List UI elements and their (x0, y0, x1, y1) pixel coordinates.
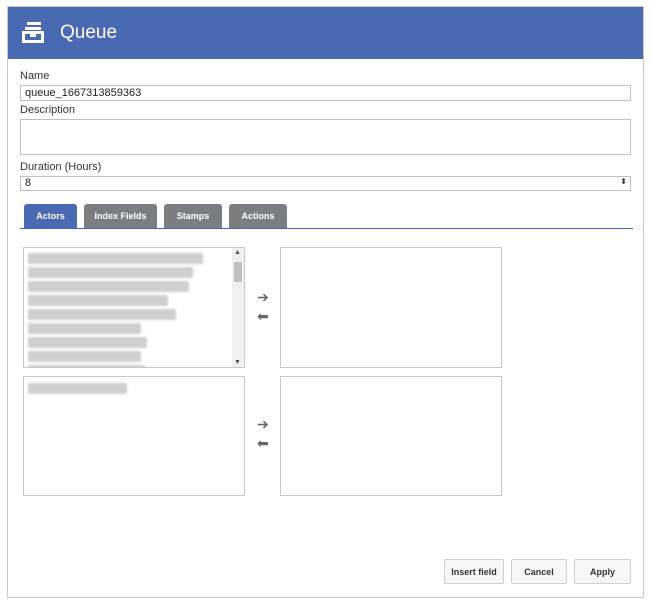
list-item[interactable] (28, 323, 142, 334)
selected-actors-list[interactable] (280, 247, 502, 368)
dialog-header: Queue (8, 7, 643, 59)
move-right-arrow-icon[interactable]: ➔ (257, 289, 269, 306)
tab-stamps[interactable]: Stamps (164, 204, 222, 228)
spinner-icon[interactable]: ⬍ (620, 177, 627, 186)
dialog-title: Queue (60, 22, 118, 43)
scroll-down-icon[interactable]: ▼ (234, 359, 241, 366)
list-item[interactable] (28, 351, 142, 362)
cancel-button[interactable]: Cancel (511, 559, 567, 584)
available-groups-list[interactable] (23, 376, 245, 496)
duration-value: 8 (25, 177, 32, 189)
scroll-thumb[interactable] (234, 262, 242, 282)
apply-button[interactable]: Apply (574, 559, 631, 584)
queue-dialog: Queue Name queue_1667313859363 Descripti… (7, 6, 644, 598)
list-item[interactable] (28, 267, 193, 278)
list-scrollbar[interactable]: ▲ ▼ (232, 248, 244, 367)
list-item[interactable] (28, 295, 169, 306)
move-right-arrow-icon[interactable]: ➔ (257, 416, 269, 433)
tab-index-fields[interactable]: Index Fields (84, 204, 157, 228)
tab-divider (20, 228, 633, 229)
available-actors-list[interactable]: ▲ ▼ (23, 247, 245, 368)
list-item[interactable] (28, 281, 189, 292)
selected-groups-list[interactable] (280, 376, 502, 496)
list-item[interactable] (28, 337, 148, 348)
name-label: Name (20, 70, 50, 82)
insert-field-button[interactable]: Insert field (444, 559, 504, 584)
name-input[interactable]: queue_1667313859363 (20, 85, 631, 101)
tab-actions[interactable]: Actions (229, 204, 287, 228)
inbox-tray-icon (22, 22, 44, 43)
tab-actors[interactable]: Actors (24, 204, 77, 228)
description-textarea[interactable] (20, 119, 631, 155)
list-item[interactable] (28, 309, 177, 320)
scroll-up-icon[interactable]: ▲ (234, 249, 241, 256)
duration-label: Duration (Hours) (20, 161, 102, 173)
list-item[interactable] (28, 253, 204, 264)
move-left-arrow-icon[interactable]: ⬅ (257, 435, 269, 452)
description-label: Description (20, 104, 76, 116)
list-item[interactable] (28, 365, 146, 367)
duration-number-input[interactable]: 8 ⬍ (20, 176, 631, 191)
move-left-arrow-icon[interactable]: ⬅ (257, 308, 269, 325)
list-item[interactable] (28, 383, 127, 394)
